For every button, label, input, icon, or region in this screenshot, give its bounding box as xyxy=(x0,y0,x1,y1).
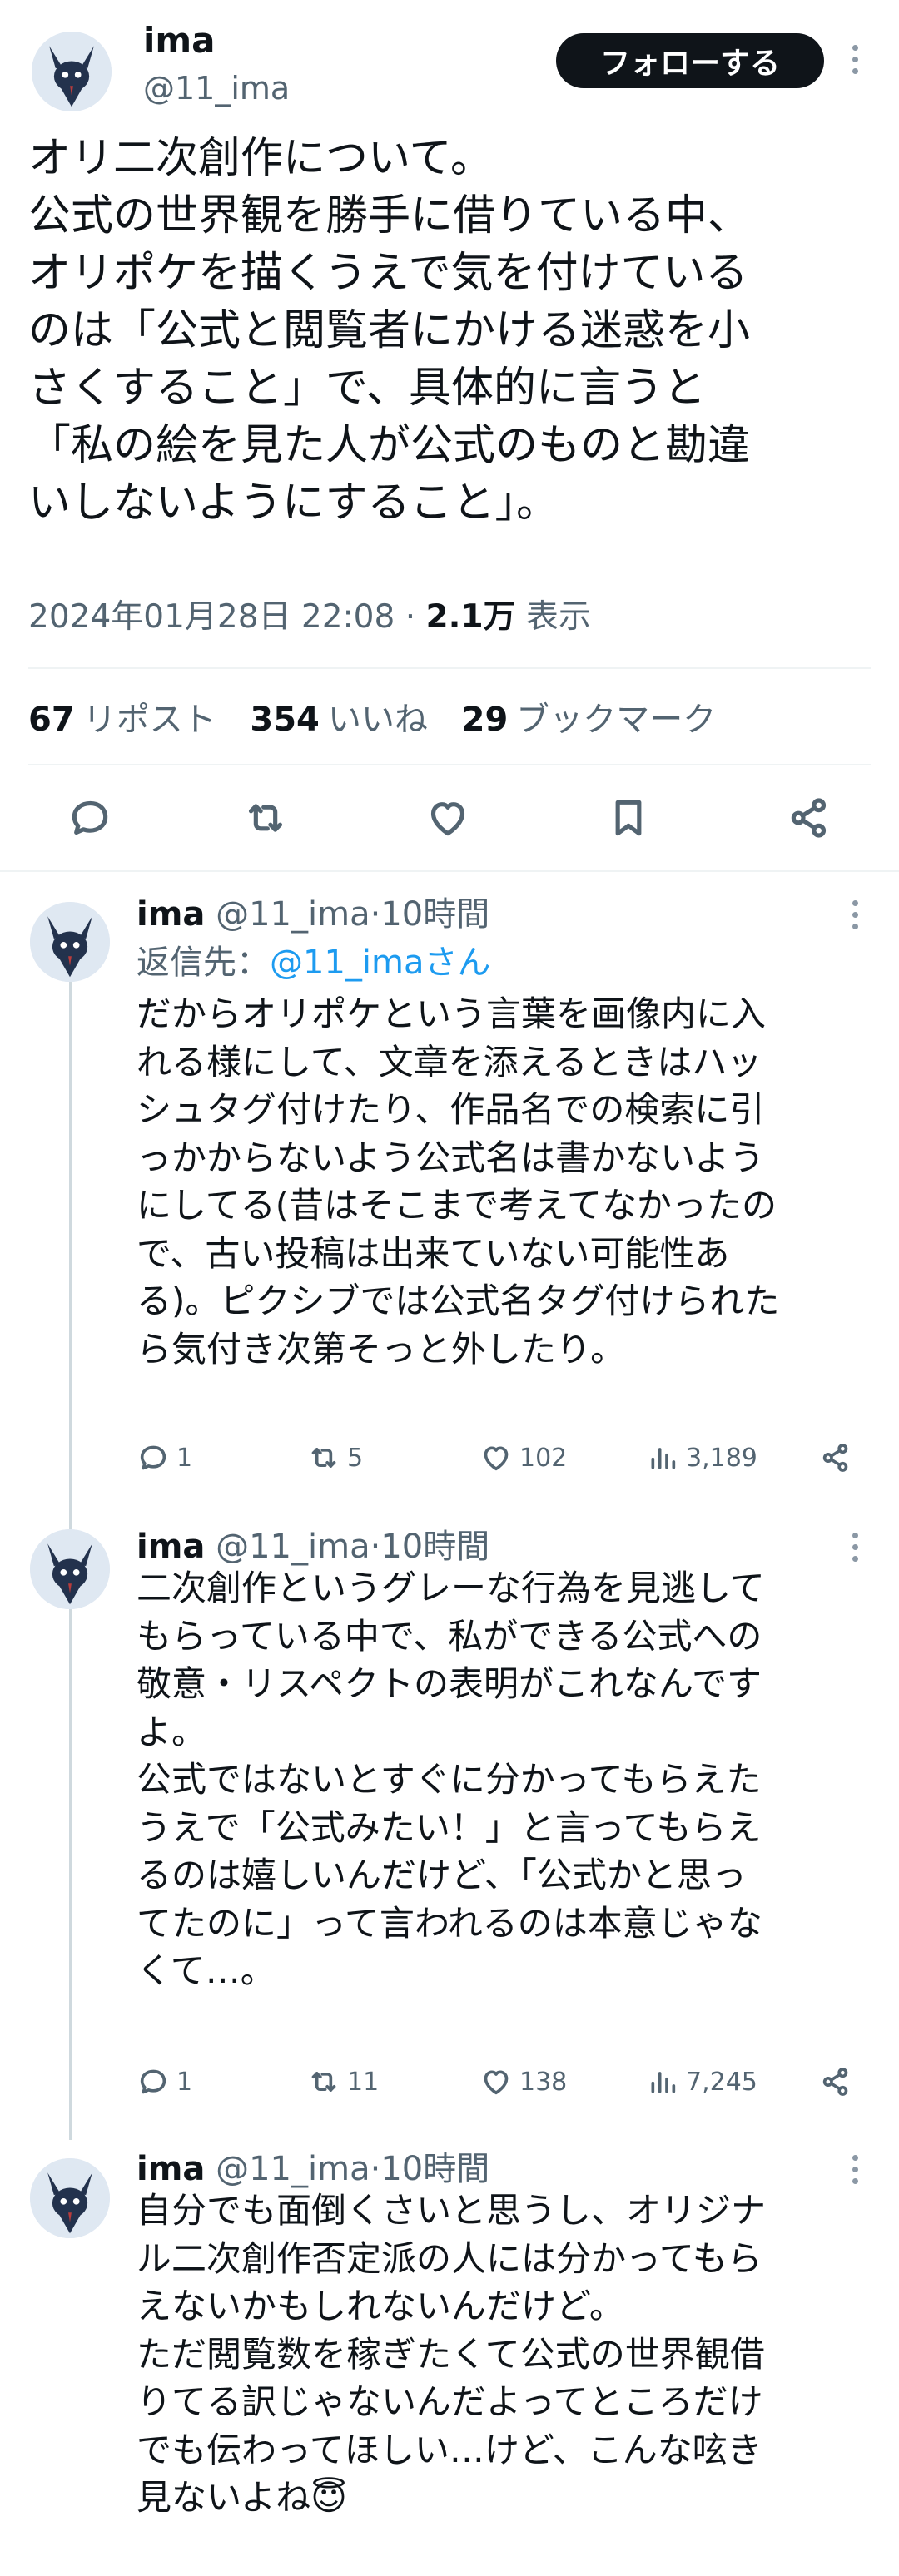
user-name[interactable]: ima xyxy=(143,20,216,61)
views-button[interactable]: 7,245 xyxy=(646,2065,757,2098)
views-label: 表示 xyxy=(526,598,592,636)
tweet-stats: 67 リポスト 354 いいね 29 ブックマーク xyxy=(28,692,739,741)
user-handle[interactable]: @11_ima xyxy=(216,895,370,934)
reply-button[interactable]: 1 xyxy=(137,1441,192,1474)
reply-to: 返信先：@11_imaさん xyxy=(137,944,491,982)
repost-button[interactable]: 5 xyxy=(307,1441,363,1474)
user-name[interactable]: ima xyxy=(137,2150,205,2188)
tweet-text: オリ二次創作について。 公式の世界観を勝手に借りている中、 オリポケを描くうえで… xyxy=(28,134,751,528)
thread-line xyxy=(69,1594,72,2140)
follow-button[interactable]: フォローする xyxy=(556,33,824,88)
avatar-image xyxy=(30,902,110,982)
reply-to-link[interactable]: @11_imaさん xyxy=(270,944,491,982)
share-button[interactable] xyxy=(819,1441,852,1474)
timestamp[interactable]: 2024年01月28日 22:08 xyxy=(28,598,395,636)
likes-stat[interactable]: 354 いいね xyxy=(250,701,428,739)
more-icon[interactable] xyxy=(851,900,859,929)
reply-time[interactable]: 10時間 xyxy=(380,2150,489,2188)
reply-icon xyxy=(140,2069,166,2094)
thread-line xyxy=(69,967,72,1529)
reply-icon[interactable] xyxy=(67,795,113,841)
avatar-image xyxy=(32,32,112,111)
divider xyxy=(28,764,871,765)
avatar[interactable] xyxy=(30,1529,110,1609)
user-handle[interactable]: @11_ima xyxy=(216,2150,370,2188)
reply-header: ima @11_ima·10時間 xyxy=(137,2150,490,2188)
reply-text: だからオリポケという言葉を画像内に入 れる様にして、文章を添えるときはハッ シュ… xyxy=(137,993,780,1370)
share-icon xyxy=(822,2068,848,2096)
reposts-stat[interactable]: 67 リポスト xyxy=(28,701,216,739)
like-icon xyxy=(484,1446,509,1471)
more-icon[interactable] xyxy=(851,2155,859,2184)
reply-time[interactable]: 10時間 xyxy=(380,895,489,934)
share-button[interactable] xyxy=(819,2065,852,2098)
views-button[interactable]: 3,189 xyxy=(646,1441,757,1474)
reply-button[interactable]: 1 xyxy=(137,2065,192,2098)
reply-text: 二次創作というグレーな行為を見逃して もらっている中で、私ができる公式への 敬意… xyxy=(137,1568,765,1991)
reply-actions: 1 11 138 7,245 xyxy=(137,2065,861,2102)
reply-time[interactable]: 10時間 xyxy=(380,1528,489,1566)
like-button[interactable]: 138 xyxy=(479,2065,567,2098)
user-name[interactable]: ima xyxy=(137,1528,205,1566)
share-icon[interactable] xyxy=(786,795,832,841)
reply-header: ima @11_ima·10時間 xyxy=(137,1528,490,1566)
separator: · xyxy=(405,598,416,636)
repost-icon xyxy=(311,1448,336,1468)
user-handle[interactable]: @11_ima xyxy=(143,70,290,107)
avatar[interactable] xyxy=(32,32,112,111)
bookmark-icon[interactable] xyxy=(605,795,652,841)
tweet-meta: 2024年01月28日 22:08 · 2.1万 表示 xyxy=(28,591,591,637)
repost-icon xyxy=(311,2072,336,2092)
views-icon xyxy=(651,2072,676,2093)
divider xyxy=(0,870,899,872)
repost-button[interactable]: 11 xyxy=(307,2065,379,2098)
more-icon[interactable] xyxy=(851,45,859,74)
like-button[interactable]: 102 xyxy=(479,1441,567,1474)
like-icon[interactable] xyxy=(425,795,471,841)
divider xyxy=(28,667,871,669)
like-icon xyxy=(484,2070,509,2095)
reply-icon xyxy=(140,1445,166,1470)
share-icon xyxy=(822,1444,848,1472)
bookmarks-stat[interactable]: 29 ブックマーク xyxy=(462,701,717,739)
views-count: 2.1万 xyxy=(425,598,516,636)
reply-header: ima @11_ima·10時間 xyxy=(137,895,490,934)
reply-text: 自分でも面倒くさいと思うし、オリジナ ル二次創作否定派の人には分かってもら えな… xyxy=(137,2190,767,2518)
user-name[interactable]: ima xyxy=(137,895,205,934)
avatar-image xyxy=(30,2158,110,2238)
user-handle[interactable]: @11_ima xyxy=(216,1528,370,1566)
views-icon xyxy=(651,1448,676,1469)
more-icon[interactable] xyxy=(851,1533,859,1562)
avatar-image xyxy=(30,1529,110,1609)
avatar[interactable] xyxy=(30,2158,110,2238)
repost-icon[interactable] xyxy=(242,795,289,841)
reply-actions: 1 5 102 3,189 xyxy=(137,1441,861,1478)
avatar[interactable] xyxy=(30,902,110,982)
